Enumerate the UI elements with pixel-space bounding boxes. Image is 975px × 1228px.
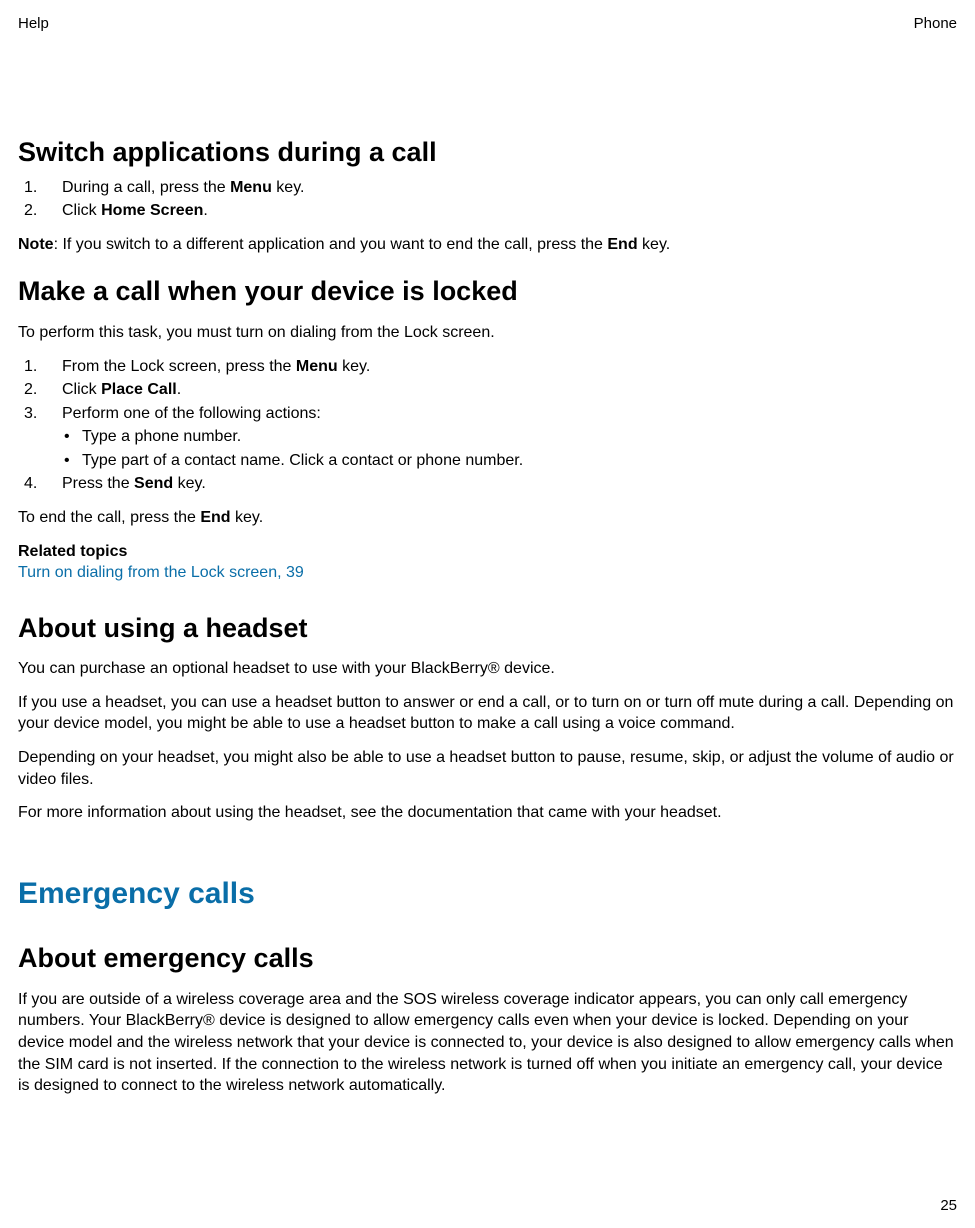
step-text: Perform one of the following actions: xyxy=(62,405,321,422)
step-item: From the Lock screen, press the Menu key… xyxy=(18,356,957,378)
step-bold: Menu xyxy=(230,179,272,196)
related-link[interactable]: Turn on dialing from the Lock screen, 39 xyxy=(18,564,304,581)
page-header: Help Phone xyxy=(18,14,957,34)
outro-bold: End xyxy=(200,509,230,526)
substep-item: Type a phone number. xyxy=(62,426,957,448)
note-bold: End xyxy=(607,236,637,253)
header-left: Help xyxy=(18,14,49,34)
headset-para: Depending on your headset, you might als… xyxy=(18,747,957,790)
substeps: Type a phone number. Type part of a cont… xyxy=(62,426,957,471)
substep-item: Type part of a contact name. Click a con… xyxy=(62,450,957,472)
intro-paragraph: To perform this task, you must turn on d… xyxy=(18,322,957,344)
step-item: Click Home Screen. xyxy=(18,200,957,222)
header-right: Phone xyxy=(914,14,957,34)
section-title-switch-apps: Switch applications during a call xyxy=(18,134,957,170)
note-paragraph: Note: If you switch to a different appli… xyxy=(18,234,957,256)
step-after: key. xyxy=(173,475,206,492)
note-after: key. xyxy=(638,236,671,253)
step-bold: Send xyxy=(134,475,173,492)
steps-switch-apps: During a call, press the Menu key. Click… xyxy=(18,177,957,222)
related-topics-label: Related topics xyxy=(18,541,957,563)
step-text: Click xyxy=(62,202,101,219)
headset-para: If you use a headset, you can use a head… xyxy=(18,692,957,735)
page-number: 25 xyxy=(940,1196,957,1216)
headset-para: You can purchase an optional headset to … xyxy=(18,658,957,680)
note-label: Note xyxy=(18,236,54,253)
note-before: : If you switch to a different applicati… xyxy=(54,236,608,253)
step-text: Click xyxy=(62,381,101,398)
step-bold: Menu xyxy=(296,358,338,375)
step-item: Click Place Call. xyxy=(18,379,957,401)
outro-paragraph: To end the call, press the End key. xyxy=(18,507,957,529)
step-after: key. xyxy=(272,179,305,196)
step-after: key. xyxy=(338,358,371,375)
step-item: Press the Send key. xyxy=(18,473,957,495)
step-text: Press the xyxy=(62,475,134,492)
step-after: . xyxy=(177,381,181,398)
step-text: During a call, press the xyxy=(62,179,230,196)
step-item: During a call, press the Menu key. xyxy=(18,177,957,199)
section-title-headset: About using a headset xyxy=(18,610,957,646)
section-title-about-emergency: About emergency calls xyxy=(18,940,957,976)
steps-locked-call: From the Lock screen, press the Menu key… xyxy=(18,356,957,496)
emergency-para: If you are outside of a wireless coverag… xyxy=(18,989,957,1097)
step-bold: Place Call xyxy=(101,381,177,398)
step-after: . xyxy=(203,202,207,219)
step-item: Perform one of the following actions: Ty… xyxy=(18,403,957,472)
chapter-title-emergency: Emergency calls xyxy=(18,874,957,915)
section-title-locked-call: Make a call when your device is locked xyxy=(18,273,957,309)
step-text: From the Lock screen, press the xyxy=(62,358,296,375)
outro-after: key. xyxy=(231,509,264,526)
headset-para: For more information about using the hea… xyxy=(18,802,957,824)
step-bold: Home Screen xyxy=(101,202,203,219)
outro-before: To end the call, press the xyxy=(18,509,200,526)
